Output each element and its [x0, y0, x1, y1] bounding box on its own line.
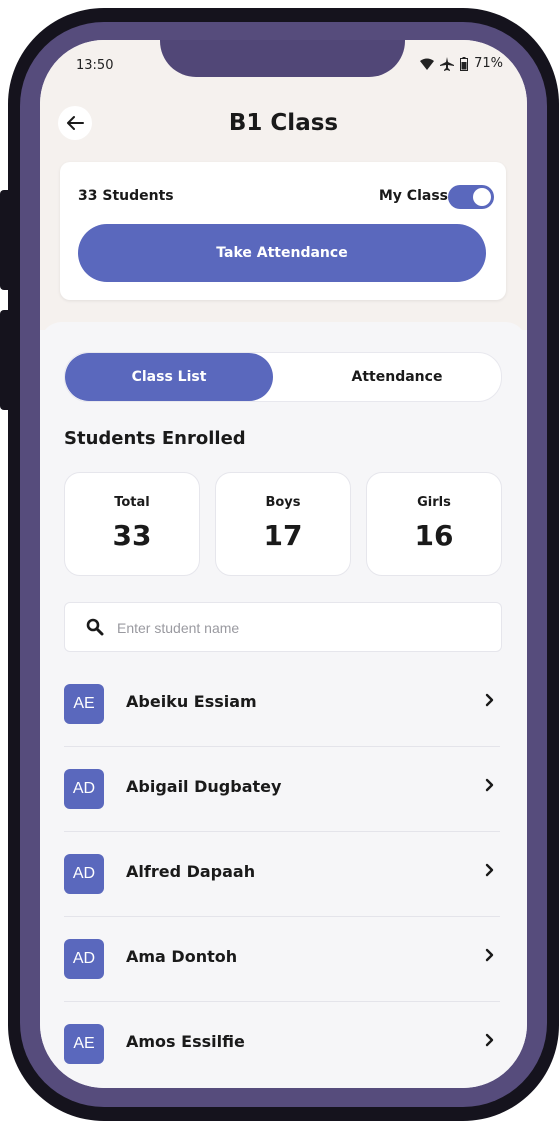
student-name: Abeiku Essiam	[126, 692, 257, 711]
chevron-right-icon	[485, 948, 494, 962]
student-row[interactable]: AD Alfred Dapaah	[64, 832, 500, 917]
wifi-icon	[420, 58, 435, 70]
student-name: Alfred Dapaah	[126, 862, 256, 881]
student-row[interactable]: AE Amos Essilfie	[64, 1002, 500, 1086]
toggle-knob	[473, 188, 491, 206]
battery-percent: 71%	[474, 56, 503, 71]
student-name: Abigail Dugbatey	[126, 777, 282, 796]
chevron-right-icon	[485, 863, 494, 877]
avatar: AD	[64, 939, 104, 979]
search-input[interactable]	[115, 613, 489, 643]
battery-icon	[460, 56, 469, 71]
page-title: B1 Class	[228, 110, 339, 136]
class-summary-card: 33 Students My Class Take Attendance	[60, 162, 506, 300]
my-class-toggle[interactable]	[448, 185, 494, 209]
tab-class-list[interactable]: Class List	[65, 353, 273, 401]
phone-screen: 13:50 71% B1 Class 33 Students My Class …	[40, 40, 527, 1088]
student-name: Amos Essilfie	[126, 1032, 245, 1051]
student-name: Ama Dontoh	[126, 947, 238, 966]
avatar: AE	[64, 1024, 104, 1064]
header-area: 13:50 71% B1 Class 33 Students My Class …	[40, 40, 527, 330]
student-row[interactable]: AD Abigail Dugbatey	[64, 747, 500, 832]
search-icon	[86, 618, 104, 636]
tab-attendance[interactable]: Attendance	[293, 353, 501, 401]
stat-value: 17	[263, 519, 303, 552]
phone-side-button-lower	[0, 310, 10, 410]
avatar: AE	[64, 684, 104, 724]
main-content: Class List Attendance Students Enrolled …	[40, 322, 527, 1088]
student-row[interactable]: AE Abeiku Essiam	[64, 662, 500, 747]
stat-value: 16	[414, 519, 454, 552]
section-title: Students Enrolled	[64, 428, 246, 449]
stat-label: Girls	[417, 495, 451, 510]
search-box	[64, 602, 502, 652]
chevron-right-icon	[485, 778, 494, 792]
stat-card-total: Total 33	[64, 472, 200, 576]
chevron-right-icon	[485, 1033, 494, 1047]
airplane-icon	[440, 56, 455, 71]
stat-value: 33	[112, 519, 152, 552]
take-attendance-button[interactable]: Take Attendance	[78, 224, 486, 282]
status-time: 13:50	[76, 58, 114, 73]
phone-notch	[160, 40, 405, 77]
chevron-right-icon	[485, 693, 494, 707]
stat-card-boys: Boys 17	[215, 472, 351, 576]
avatar: AD	[64, 854, 104, 894]
avatar: AD	[64, 769, 104, 809]
stat-label: Total	[114, 495, 150, 510]
my-class-label: My Class	[378, 188, 448, 204]
student-count: 33 Students	[78, 188, 174, 204]
student-row[interactable]: AD Ama Dontoh	[64, 917, 500, 1002]
stat-card-girls: Girls 16	[366, 472, 502, 576]
tab-switcher: Class List Attendance	[64, 352, 502, 402]
phone-side-button-upper	[0, 190, 10, 290]
stat-label: Boys	[265, 495, 301, 510]
status-icons: 71%	[420, 56, 503, 71]
